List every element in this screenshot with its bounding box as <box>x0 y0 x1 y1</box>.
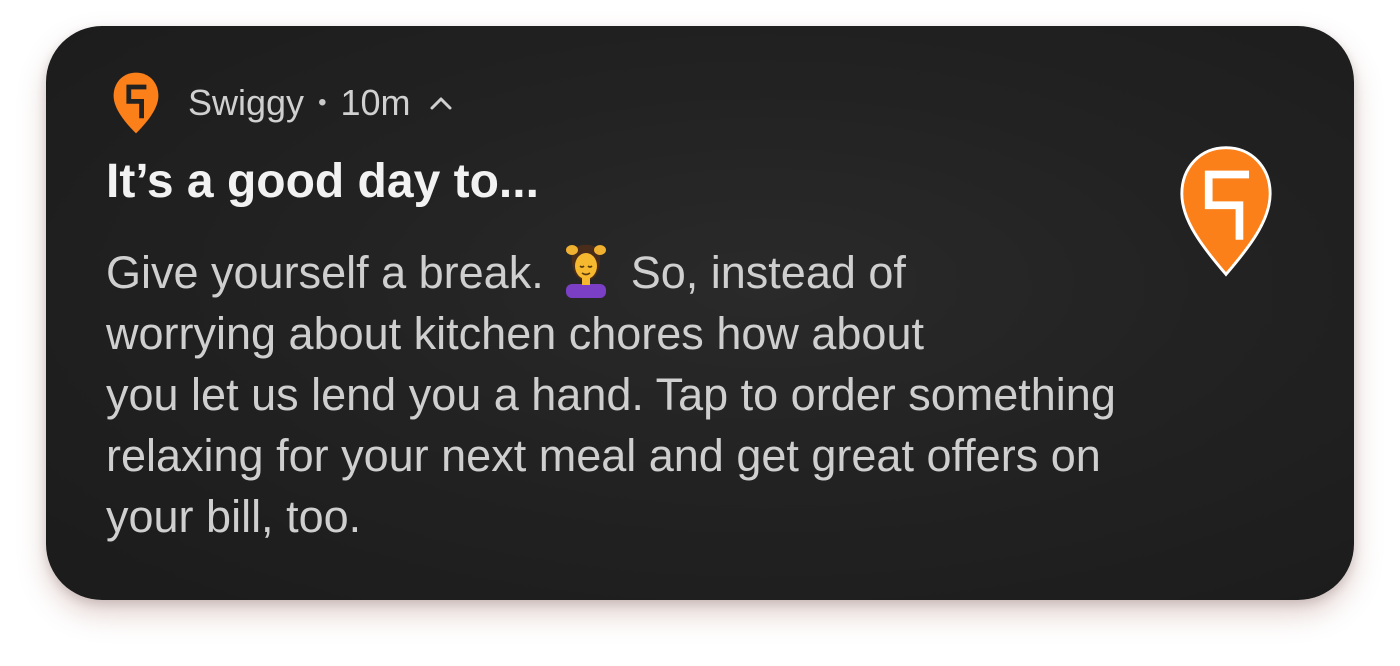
body-line: your bill, too. <box>106 491 362 542</box>
body-line: worrying about kitchen chores how about <box>106 308 924 359</box>
notification-header: Swiggy • 10m <box>112 70 453 136</box>
body-line: relaxing for your next meal and get grea… <box>106 430 1101 481</box>
swiggy-logo-icon <box>113 72 159 134</box>
notification-title: It’s a good day to... <box>106 155 539 208</box>
notification-meta: Swiggy • 10m <box>188 82 453 124</box>
notification-card[interactable]: Swiggy • 10m It’s a good day to... Give … <box>46 26 1354 600</box>
swiggy-logo-large-icon <box>1180 146 1272 277</box>
body-line: you let us lend you a hand. Tap to order… <box>106 369 1116 420</box>
body-text: Give yourself a break. <box>106 247 544 298</box>
notification-time: 10m <box>340 82 411 123</box>
body-line: Give yourself a break. So, instead of <box>106 240 1286 303</box>
notification-body: Give yourself a break. So, instead of wo… <box>106 240 1286 547</box>
chevron-up-icon[interactable] <box>429 95 453 111</box>
person-getting-massage-emoji <box>566 244 607 298</box>
body-text: So, instead of <box>630 247 906 298</box>
meta-separator: • <box>318 89 327 116</box>
app-name: Swiggy <box>188 82 305 123</box>
